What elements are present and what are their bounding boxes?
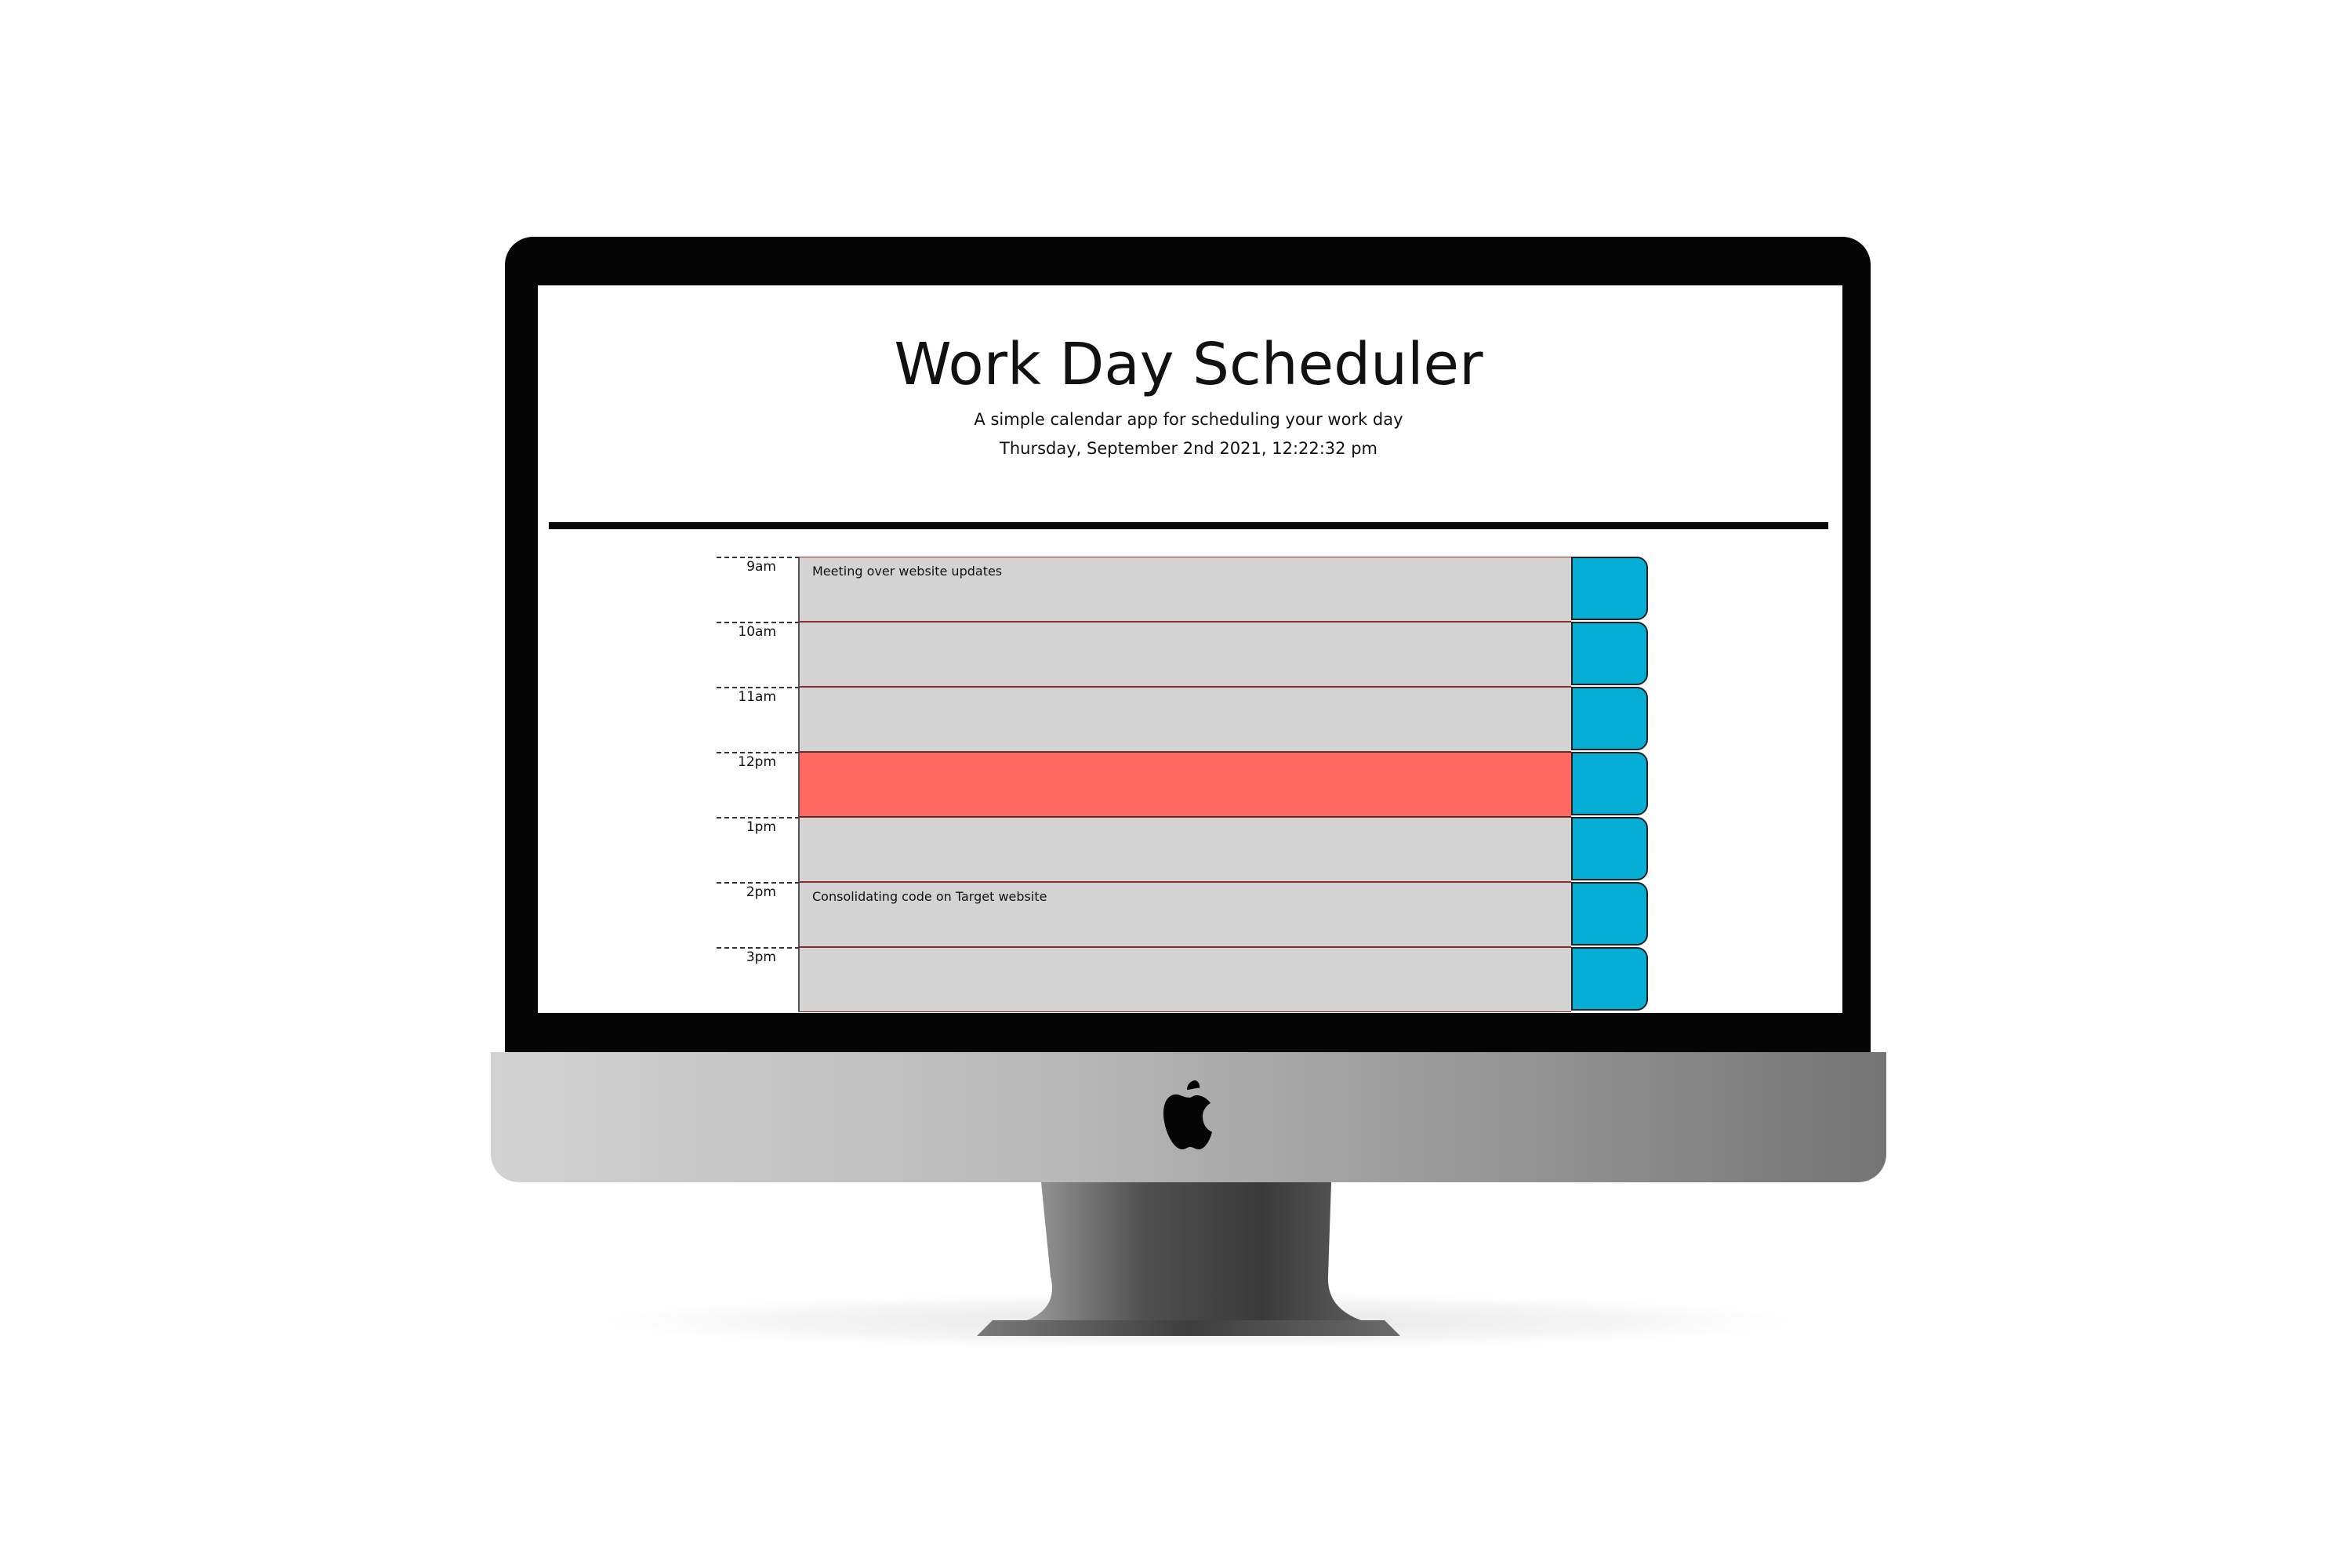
save-button[interactable] [1571, 882, 1648, 946]
page-lead: A simple calendar app for scheduling you… [974, 410, 1403, 429]
time-block-row: 2pm Consolidating code on Target website [717, 882, 1650, 947]
event-description-input[interactable] [800, 752, 1571, 817]
hour-label: 10am [717, 622, 800, 687]
jumbotron-header: Work Day Scheduler A simple calendar app… [549, 285, 1828, 529]
time-block-container: 9am Meeting over website updates 10am 11… [717, 557, 1657, 1013]
hour-label: 9am [717, 557, 800, 622]
hour-label: 2pm [717, 882, 800, 947]
save-button[interactable] [1571, 687, 1648, 750]
hour-label: 12pm [717, 752, 800, 817]
event-description-input[interactable]: Consolidating code on Target website [800, 882, 1571, 947]
hour-label: 3pm [717, 947, 800, 1012]
time-block-row: 9am Meeting over website updates [717, 557, 1650, 622]
time-block-row: 1pm [717, 817, 1650, 882]
apple-logo-icon [1163, 1080, 1212, 1149]
page-title: Work Day Scheduler [894, 331, 1483, 398]
imac-stand [977, 1182, 1400, 1336]
time-block-row: 11am [717, 687, 1650, 752]
save-button[interactable] [1571, 622, 1648, 685]
current-day: Thursday, September 2nd 2021, 12:22:32 p… [1000, 439, 1377, 458]
save-button[interactable] [1571, 557, 1648, 620]
save-button[interactable] [1571, 817, 1648, 880]
save-button[interactable] [1571, 752, 1648, 815]
app-screen: Work Day Scheduler A simple calendar app… [538, 285, 1842, 1013]
event-description-input[interactable]: Meeting over website updates [800, 557, 1571, 622]
hour-label: 11am [717, 687, 800, 752]
save-button[interactable] [1571, 947, 1648, 1011]
event-description-input[interactable] [800, 622, 1571, 687]
time-block-row: 10am [717, 622, 1650, 687]
hour-label: 1pm [717, 817, 800, 882]
time-block-row: 3pm [717, 947, 1650, 1012]
event-description-input[interactable] [800, 817, 1571, 882]
event-description-input[interactable] [800, 687, 1571, 752]
product-mockup: Work Day Scheduler A simple calendar app… [0, 0, 2352, 1568]
time-block-row: 12pm [717, 752, 1650, 817]
event-description-input[interactable] [800, 947, 1571, 1012]
